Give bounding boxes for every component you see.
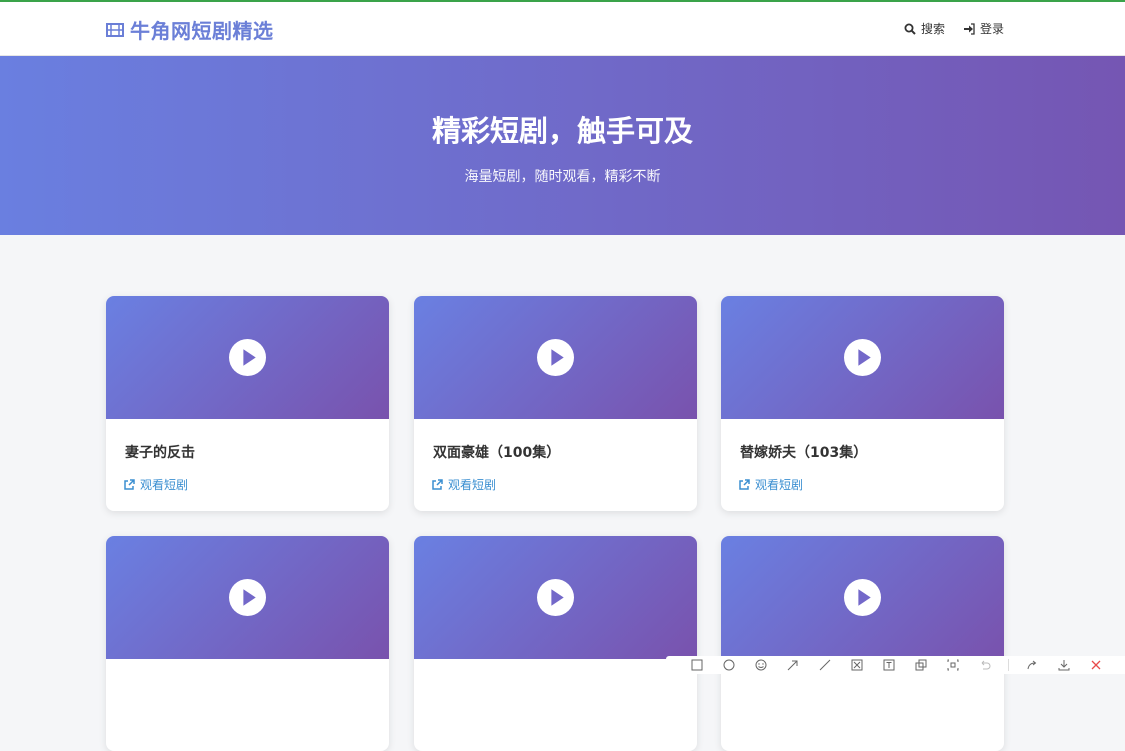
drama-card[interactable] (414, 536, 697, 751)
play-icon[interactable] (537, 339, 574, 376)
external-link-icon (432, 478, 443, 490)
copy-icon (915, 659, 927, 671)
close-icon (1091, 660, 1101, 670)
sign-in-icon (963, 22, 975, 35)
brand[interactable]: 牛角网短剧精选 (106, 15, 274, 44)
watch-link-label: 观看短剧 (755, 478, 804, 492)
hero-title: 精彩短剧，触手可及 (431, 114, 693, 148)
save-tool[interactable] (1055, 658, 1073, 672)
share-icon (1027, 660, 1037, 670)
watch-link-label: 观看短剧 (140, 478, 189, 492)
drama-title: 妻子的反击 (125, 445, 195, 461)
watch-link[interactable]: 观看短剧 (123, 476, 188, 493)
drama-thumbnail[interactable] (721, 296, 1004, 419)
external-link-icon (124, 478, 135, 490)
mosaic-icon (851, 659, 863, 671)
ellipse-tool[interactable] (720, 658, 738, 672)
arrow-tool[interactable] (784, 658, 802, 672)
copy-tool[interactable] (912, 658, 930, 672)
rectangle-icon (691, 659, 703, 671)
drama-title: 双面豪雄（100集） (433, 445, 561, 461)
search-link[interactable]: 搜索 (904, 20, 945, 37)
circle-icon (723, 659, 735, 671)
text-icon (883, 659, 895, 671)
share-tool[interactable] (1023, 658, 1041, 672)
drama-card[interactable]: 替嫁娇夫（103集） 观看短剧 (721, 296, 1004, 511)
pen-tool[interactable] (816, 658, 834, 672)
rectangle-tool[interactable] (688, 658, 706, 672)
watch-link[interactable]: 观看短剧 (738, 476, 803, 493)
drama-card[interactable]: 妻子的反击 观看短剧 (106, 296, 389, 511)
mosaic-tool[interactable] (848, 658, 866, 672)
watch-link-label: 观看短剧 (448, 478, 497, 492)
undo-tool[interactable] (976, 658, 994, 672)
hero-subtitle: 海量短剧，随时观看，精彩不断 (464, 169, 661, 185)
play-icon[interactable] (229, 579, 266, 616)
line-icon (819, 659, 831, 671)
hero-banner: 精彩短剧，触手可及 海量短剧，随时观看，精彩不断 (0, 56, 1125, 235)
pin-tool[interactable] (944, 658, 962, 672)
drama-thumbnail[interactable] (414, 296, 697, 419)
toolbar-divider (1008, 659, 1009, 671)
external-link-icon (739, 478, 750, 490)
play-icon[interactable] (844, 579, 881, 616)
drama-thumbnail[interactable] (721, 536, 1004, 659)
drama-card[interactable] (106, 536, 389, 751)
drama-card[interactable]: 双面豪雄（100集） 观看短剧 (414, 296, 697, 511)
close-tool[interactable] (1087, 658, 1105, 672)
search-label: 搜索 (920, 22, 945, 36)
save-icon (1058, 660, 1070, 671)
screenshot-toolbar (666, 656, 1125, 674)
watch-link[interactable]: 观看短剧 (431, 476, 496, 493)
drama-thumbnail[interactable] (414, 536, 697, 659)
login-link[interactable]: 登录 (963, 20, 1004, 37)
pin-icon (947, 659, 959, 671)
emoji-tool[interactable] (752, 658, 770, 672)
drama-thumbnail[interactable] (106, 536, 389, 659)
search-icon (904, 23, 916, 35)
site-header: 牛角网短剧精选 搜索 登录 (0, 2, 1125, 56)
arrow-icon (787, 660, 798, 671)
undo-icon (981, 660, 991, 670)
play-icon[interactable] (844, 339, 881, 376)
play-icon[interactable] (537, 579, 574, 616)
emoji-icon (755, 659, 767, 671)
site-title: 牛角网短剧精选 (130, 19, 274, 43)
drama-thumbnail[interactable] (106, 296, 389, 419)
drama-title: 替嫁娇夫（103集） (740, 445, 868, 461)
text-tool[interactable] (880, 658, 898, 672)
play-icon[interactable] (229, 339, 266, 376)
header-nav: 搜索 登录 (904, 20, 1004, 37)
drama-card[interactable] (721, 536, 1004, 751)
login-label: 登录 (979, 22, 1004, 36)
film-icon (106, 22, 124, 37)
